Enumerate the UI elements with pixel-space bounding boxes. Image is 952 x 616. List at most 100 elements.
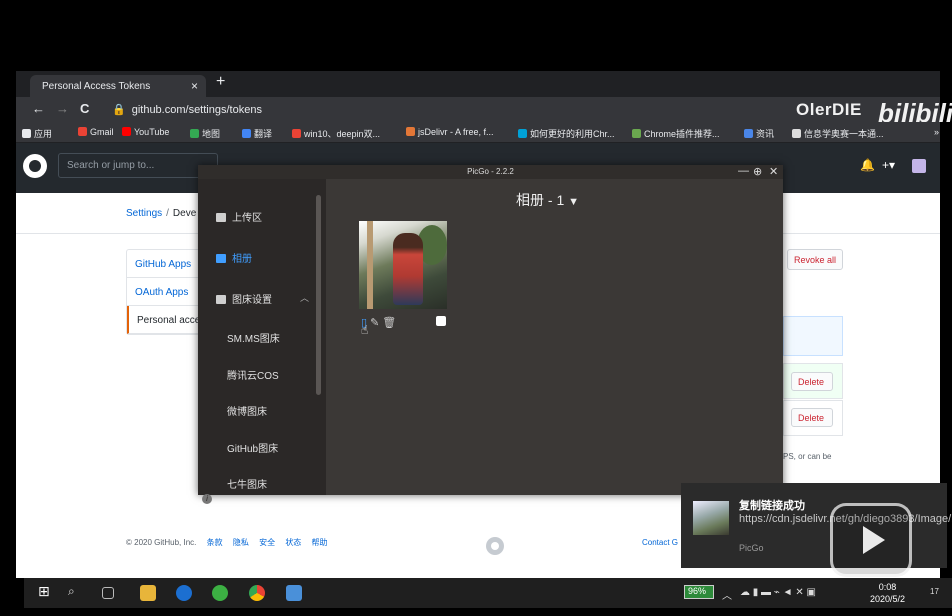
delete-token-button[interactable]: Delete <box>791 408 833 427</box>
grid-icon <box>216 295 226 304</box>
image-icon <box>216 254 226 263</box>
notifications-bell-icon[interactable]: 🔔 <box>860 158 875 172</box>
bookmark-favicon-icon <box>22 129 31 138</box>
bookmark-item[interactable]: win10、deepin双... <box>292 127 380 140</box>
picgo-taskbar-icon[interactable] <box>286 585 302 601</box>
album-title-text: 相册 - 1 <box>516 192 565 208</box>
bookmarks-bar: 应用 Gmail YouTube 地图 翻译 win10、deepin双... jsDeli… <box>16 122 940 143</box>
bookmark-item[interactable]: 信息学奥赛一本通... <box>792 127 884 140</box>
caret-down-icon: ▼ <box>568 196 580 208</box>
footer-link-privacy[interactable]: 隐私 <box>233 538 249 547</box>
tray-chevron-icon[interactable]: ︿ <box>722 587 732 602</box>
delete-icon[interactable]: 🗑 <box>382 317 396 329</box>
bookmark-item[interactable]: jsDelivr - A free, f... <box>406 127 494 137</box>
bookmark-favicon-icon <box>792 129 801 138</box>
sidebar-item-picbed-settings[interactable]: 图床设置 <box>216 291 272 306</box>
album-image-thumbnail[interactable] <box>359 221 447 309</box>
footer-copyright: © 2020 GitHub, Inc. <box>126 538 197 547</box>
back-icon[interactable]: ← <box>32 101 45 116</box>
breadcrumb-developer[interactable]: Deve <box>173 208 196 219</box>
windows-start-icon[interactable]: ⊞ <box>38 583 54 599</box>
task-view-icon[interactable] <box>102 587 114 599</box>
chrome-icon[interactable] <box>249 585 265 601</box>
avatar[interactable] <box>912 159 926 173</box>
delete-token-button[interactable]: Delete <box>791 372 833 391</box>
new-tab-button[interactable]: + <box>216 73 225 91</box>
close-tab-icon[interactable]: × <box>191 79 198 93</box>
search-icon[interactable]: ⌕ <box>68 584 84 600</box>
url-field[interactable]: 🔒 github.com/settings/tokens <box>112 103 262 116</box>
bookmark-favicon-icon <box>242 129 251 138</box>
footer-link-help[interactable]: 帮助 <box>312 538 328 547</box>
pin-icon[interactable]: ⊕ <box>753 165 762 178</box>
footer-link-security[interactable]: 安全 <box>259 538 275 547</box>
sidebar-scrollbar[interactable] <box>316 195 321 395</box>
breadcrumb-settings[interactable]: Settings <box>126 208 162 219</box>
bookmarks-more-icon[interactable]: » <box>934 127 939 137</box>
bookmark-favicon-icon <box>518 129 527 138</box>
footer-link-status[interactable]: 状态 <box>285 538 301 547</box>
bookmark-label: jsDelivr - A free, f... <box>418 127 494 137</box>
bookmark-item[interactable]: 如何更好的利用Chr... <box>518 127 615 140</box>
album-title[interactable]: 相册 - 1 ▼ <box>516 190 579 210</box>
bookmark-label: Chrome插件推荐... <box>644 129 720 139</box>
sidebar-item-album[interactable]: 相册 <box>216 250 252 265</box>
github-footer-logo-icon[interactable] <box>486 537 504 555</box>
url-text: github.com/settings/tokens <box>131 104 262 116</box>
bookmark-item[interactable]: YouTube <box>122 127 169 137</box>
bilibili-play-icon[interactable] <box>830 503 912 577</box>
footer: © 2020 GitHub, Inc. 条款 隐私 安全 状态 帮助 <box>126 537 328 548</box>
bookmark-favicon-icon <box>190 129 199 138</box>
notification-app: PicGo <box>739 543 764 553</box>
sidebar-item-label: 图床设置 <box>232 295 272 306</box>
reload-icon[interactable]: C <box>80 101 89 116</box>
thumb-figure <box>393 233 423 305</box>
footer-link-terms[interactable]: 条款 <box>207 538 223 547</box>
bookmark-label: 应用 <box>34 129 53 139</box>
sidebar-item-upload[interactable]: 上传区 <box>216 209 262 224</box>
footer-link-contact[interactable]: Contact G <box>642 538 678 547</box>
action-center-badge[interactable]: 17 <box>930 587 939 596</box>
tab-personal-access-tokens[interactable]: Personal Access Tokens × <box>30 75 206 97</box>
sidebar-item-smms[interactable]: SM.MS图床 <box>227 330 280 345</box>
bookmark-item[interactable]: 应用 <box>22 127 52 140</box>
breadcrumb-sep: / <box>166 208 169 219</box>
revoke-all-button[interactable]: Revoke all <box>787 249 843 270</box>
github-search-input[interactable]: Search or jump to... <box>58 153 218 178</box>
file-explorer-icon[interactable] <box>140 585 156 601</box>
chevron-up-icon[interactable]: ︿ <box>300 291 309 304</box>
battery-indicator[interactable]: 96% <box>684 585 714 599</box>
bookmark-item[interactable]: 地图 <box>190 127 220 140</box>
bookmark-item[interactable]: 翻译 <box>242 127 272 140</box>
taskbar-clock[interactable]: 0:08 2020/5/2 <box>870 581 905 605</box>
notification-image <box>693 501 729 535</box>
sidebar-item-weibo[interactable]: 微博图床 <box>227 403 267 418</box>
date: 2020/5/2 <box>870 594 906 604</box>
bookmark-item[interactable]: Gmail <box>78 127 114 137</box>
bookmark-item[interactable]: 资讯 <box>744 127 774 140</box>
bookmark-item[interactable]: Chrome插件推荐... <box>632 127 720 140</box>
create-new-icon[interactable]: +▾ <box>882 158 895 172</box>
bookmark-favicon-icon <box>78 127 87 136</box>
clock-app-icon[interactable] <box>176 585 192 601</box>
tray-icons[interactable]: ☁ ▮ ▬ ⌁ ◄ ✕ ▣ <box>740 587 816 598</box>
minimize-icon[interactable]: — <box>738 165 749 177</box>
info-icon[interactable]: i <box>202 494 212 504</box>
sidebar-item-label: 相册 <box>232 254 252 265</box>
edit-icon[interactable]: ✎ <box>370 317 379 329</box>
sidebar-item-tencent-cos[interactable]: 腾讯云COS <box>227 367 279 382</box>
breadcrumb: Settings / Deve <box>126 208 196 219</box>
select-checkbox[interactable] <box>436 316 446 326</box>
bookmark-label: 信息学奥赛一本通... <box>804 129 884 139</box>
bookmark-label: 地图 <box>202 129 221 139</box>
sidebar-item-github[interactable]: GitHub图床 <box>227 440 278 455</box>
close-icon[interactable]: ✕ <box>769 165 778 178</box>
bookmark-favicon-icon <box>632 129 641 138</box>
notification-title: 复制链接成功 <box>739 500 805 512</box>
sidebar-item-qiniu[interactable]: 七牛图床 <box>227 476 267 491</box>
forward-icon[interactable]: → <box>56 101 69 116</box>
watermark-text: OlerDIE <box>796 100 862 119</box>
app-icon[interactable] <box>212 585 228 601</box>
github-logo-icon[interactable] <box>23 154 47 178</box>
tab-bar: Personal Access Tokens × + <box>16 71 940 97</box>
